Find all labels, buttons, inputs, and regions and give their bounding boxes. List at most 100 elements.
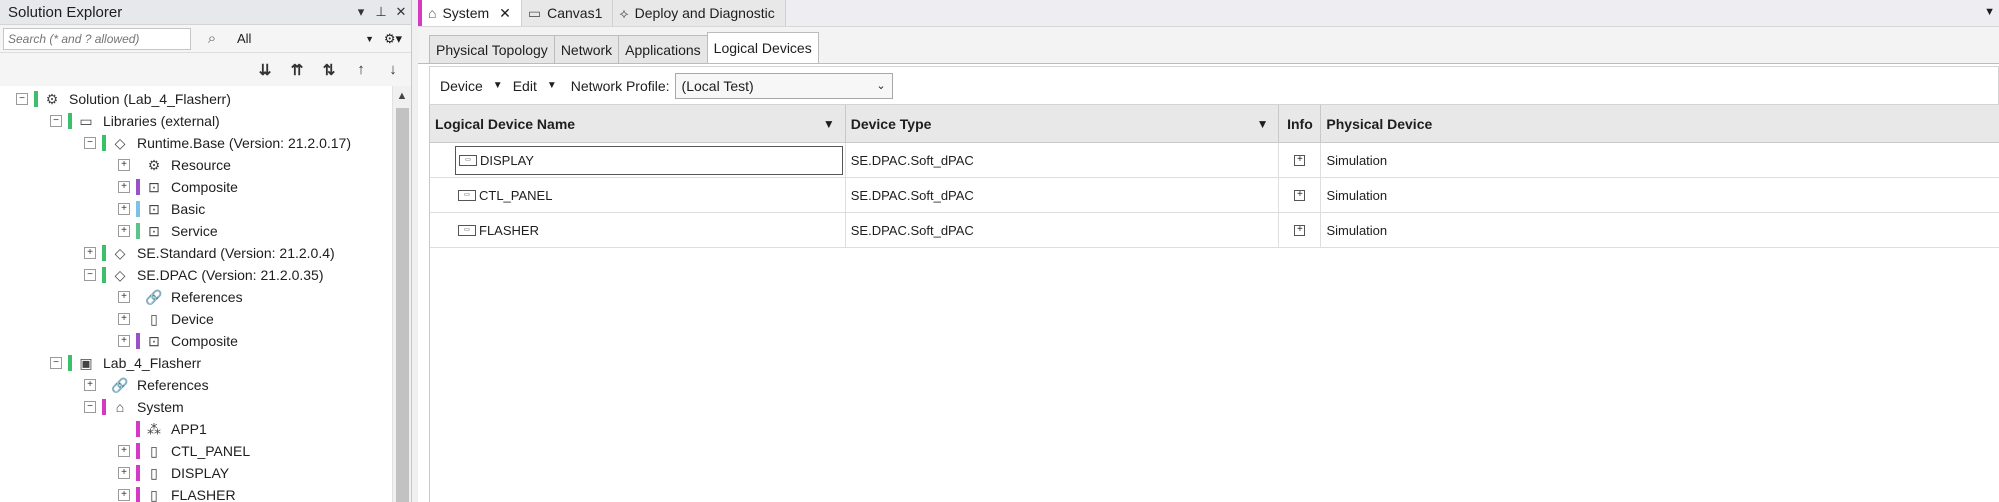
tree-node[interactable]: + ▯ FLASHER [0, 484, 388, 502]
info-cell[interactable]: + [1279, 143, 1322, 177]
column-header-physical[interactable]: Physical Device [1321, 105, 1999, 142]
tree-node[interactable]: + ⊡ Composite [0, 176, 388, 198]
collapse-icon[interactable]: − [50, 357, 62, 369]
tree-node[interactable]: ⁂ APP1 [0, 418, 388, 440]
expand-icon[interactable]: + [118, 489, 130, 501]
tree-scrollbar[interactable]: ▲ [392, 86, 411, 502]
filter-icon[interactable]: ▼ [1257, 117, 1269, 131]
tree-node[interactable]: − ⚙ Solution (Lab_4_Flasherr) [0, 88, 388, 110]
filter-dropdown[interactable]: All ▼ [233, 28, 378, 50]
table-row[interactable]: ▭ DISPLAY SE.DPAC.Soft_dPAC + Simulation [430, 143, 1999, 178]
tree-node[interactable]: − ◇ SE.DPAC (Version: 21.2.0.35) [0, 264, 388, 286]
tabs-overflow-icon[interactable]: ▼ [1984, 6, 1995, 18]
sort-icon[interactable]: ⇅ [313, 56, 345, 84]
tree-node[interactable]: + ▯ CTL_PANEL [0, 440, 388, 462]
filter-icon[interactable]: ▼ [823, 117, 835, 131]
physical-device-cell[interactable]: Simulation [1321, 143, 1999, 177]
search-icon[interactable]: ⌕ [197, 30, 227, 47]
expand-icon[interactable]: + [118, 225, 130, 237]
device-name-cell[interactable]: ▭ FLASHER [430, 213, 846, 247]
column-header-info[interactable]: Info [1279, 105, 1322, 142]
status-bar [136, 157, 140, 173]
tree-node[interactable]: − ▭ Libraries (external) [0, 110, 388, 132]
doc-tab-deploy[interactable]: ⟡ Deploy and Diagnostic [613, 0, 786, 26]
collapse-icon[interactable]: − [84, 401, 96, 413]
tree-node[interactable]: + ▯ DISPLAY [0, 462, 388, 484]
expand-icon[interactable]: + [84, 247, 96, 259]
network-profile-dropdown[interactable]: (Local Test) ⌄ [674, 72, 893, 99]
expand-icon[interactable]: + [118, 445, 130, 457]
close-icon[interactable]: ✕ [391, 4, 411, 20]
editor-panel: ⌂ System ✕ ▭ Canvas1 ⟡ Deploy and Diagno… [418, 0, 1999, 502]
deploy-icon: ⟡ [619, 4, 629, 21]
device-type-cell[interactable]: SE.DPAC.Soft_dPAC [846, 213, 1280, 247]
expand-all-icon[interactable]: ⇊ [249, 56, 281, 84]
scroll-up-icon[interactable]: ▲ [393, 86, 411, 106]
device-menu[interactable]: Device ▼ [440, 78, 503, 94]
expand-icon[interactable]: + [84, 379, 96, 391]
info-cell[interactable]: + [1279, 178, 1322, 212]
tab-physical-topology[interactable]: Physical Topology [429, 35, 555, 63]
info-cell[interactable]: + [1279, 213, 1322, 247]
tree-node[interactable]: + 🔗 References [0, 374, 388, 396]
collapse-icon[interactable]: − [50, 115, 62, 127]
expand-icon[interactable]: + [118, 335, 130, 347]
expand-icon[interactable]: + [118, 203, 130, 215]
expand-icon[interactable]: + [118, 467, 130, 479]
status-bar [136, 289, 140, 305]
expand-icon[interactable]: + [118, 291, 130, 303]
scroll-thumb[interactable] [396, 108, 409, 502]
collapse-all-icon[interactable]: ⇈ [281, 56, 313, 84]
filter-options-icon[interactable]: ⚙▾ [378, 31, 408, 47]
tree-node[interactable]: + ◇ SE.Standard (Version: 21.2.0.4) [0, 242, 388, 264]
move-down-icon[interactable]: ↓ [377, 56, 409, 84]
physical-device-cell[interactable]: Simulation [1321, 178, 1999, 212]
device-type-cell[interactable]: SE.DPAC.Soft_dPAC [846, 178, 1280, 212]
tab-logical-devices[interactable]: Logical Devices [706, 32, 819, 63]
tab-applications[interactable]: Applications [618, 35, 708, 63]
tree-node[interactable]: + ⚙ Resource [0, 154, 388, 176]
collapse-icon[interactable]: − [84, 269, 96, 281]
doc-tab-system[interactable]: ⌂ System ✕ [418, 0, 522, 26]
edit-menu[interactable]: Edit ▼ [513, 78, 557, 94]
device-menu-label: Device [440, 77, 483, 94]
collapse-icon[interactable]: − [16, 93, 28, 105]
info-expand-icon[interactable]: + [1294, 224, 1306, 236]
panel-menu-icon[interactable]: ▾ [351, 4, 371, 20]
column-header-name[interactable]: Logical Device Name ▼ [430, 105, 846, 142]
tree-node-label: References [171, 289, 243, 305]
column-header-type[interactable]: Device Type ▼ [846, 105, 1280, 142]
info-expand-icon[interactable]: + [1294, 189, 1306, 201]
tree-node[interactable]: + ⊡ Service [0, 220, 388, 242]
search-input[interactable] [3, 27, 191, 50]
move-up-icon[interactable]: ↑ [345, 56, 377, 84]
expand-icon[interactable]: + [118, 159, 130, 171]
tree-node[interactable]: + 🔗 References [0, 286, 388, 308]
tree-node[interactable]: + ▯ Device [0, 308, 388, 330]
tree-node[interactable]: − ▣ Lab_4_Flasherr [0, 352, 388, 374]
info-expand-icon[interactable]: + [1294, 154, 1306, 166]
collapse-icon[interactable]: − [84, 137, 96, 149]
table-row[interactable]: ▭ CTL_PANEL SE.DPAC.Soft_dPAC + Simulation [430, 178, 1999, 213]
pin-icon[interactable]: ⊥ [371, 4, 391, 20]
tree-node[interactable]: + ⊡ Basic [0, 198, 388, 220]
tree-node[interactable]: − ⌂ System [0, 396, 388, 418]
device-name-cell[interactable]: ▭ DISPLAY [430, 143, 846, 177]
network-profile-label: Network Profile: [570, 77, 670, 94]
expand-icon[interactable]: + [118, 313, 130, 325]
close-icon[interactable]: ✕ [499, 5, 511, 22]
table-row[interactable]: ▭ FLASHER SE.DPAC.Soft_dPAC + Simulation [430, 213, 1999, 248]
node-icon: ⊡ [148, 178, 160, 195]
device-name-cell[interactable]: ▭ CTL_PANEL [430, 178, 846, 212]
tree-node[interactable]: − ◇ Runtime.Base (Version: 21.2.0.17) [0, 132, 388, 154]
device-type-cell[interactable]: SE.DPAC.Soft_dPAC [846, 143, 1280, 177]
status-bar [136, 421, 140, 437]
doc-tab-canvas1[interactable]: ▭ Canvas1 [521, 0, 614, 26]
tree-node[interactable]: + ⊡ Composite [0, 330, 388, 352]
tree-node-label: Runtime.Base (Version: 21.2.0.17) [137, 135, 352, 151]
device-icon: ▭ [458, 189, 476, 201]
tab-network[interactable]: Network [553, 35, 620, 63]
physical-device-cell[interactable]: Simulation [1321, 213, 1999, 247]
expand-icon[interactable]: + [118, 181, 130, 193]
node-icon: ▯ [150, 310, 158, 327]
